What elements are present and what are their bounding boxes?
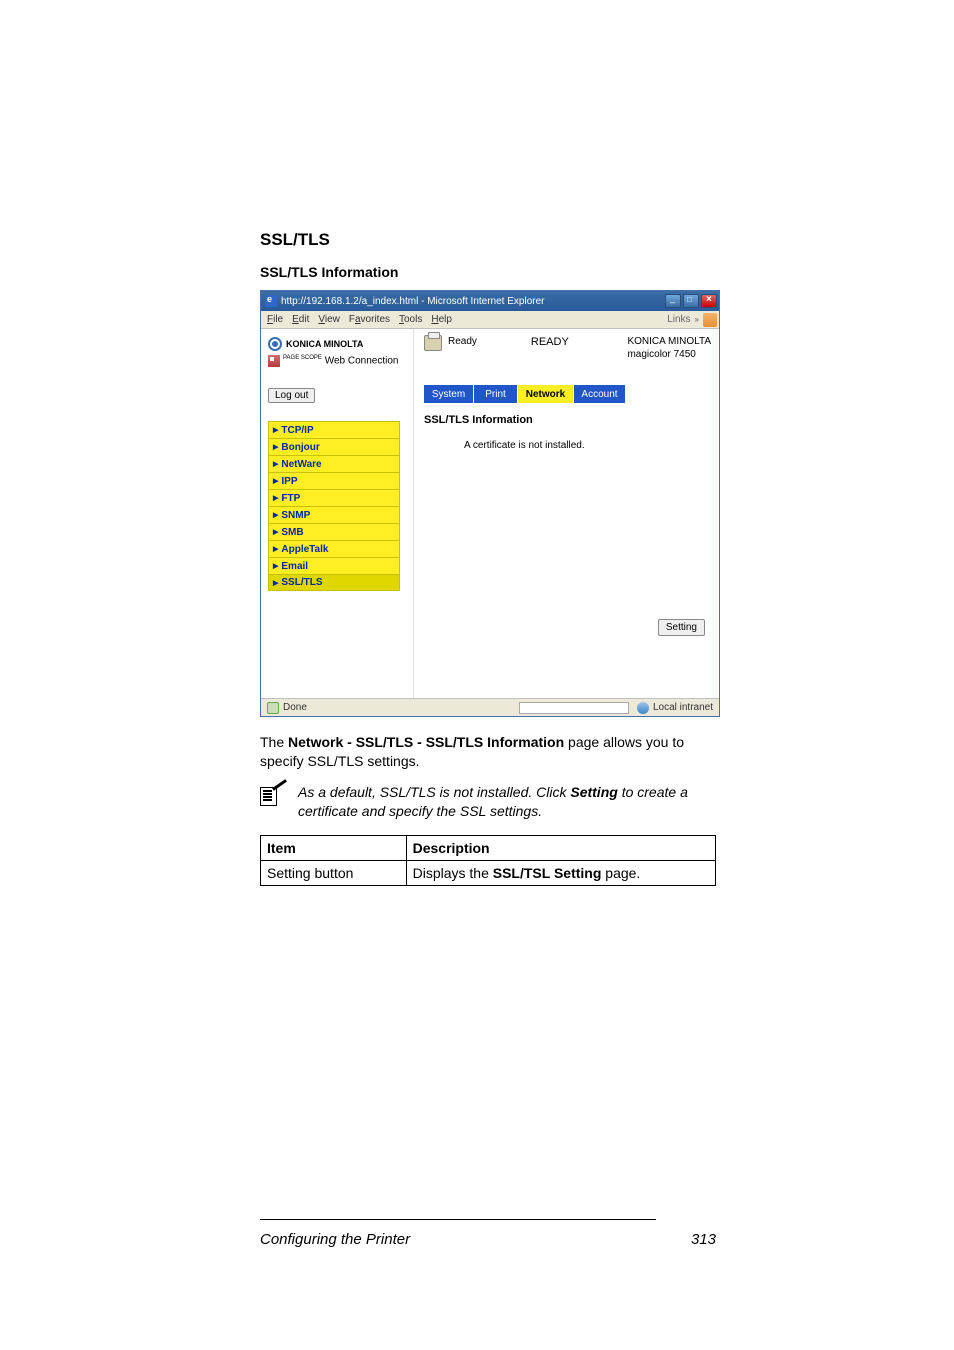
left-panel: KONICA MINOLTA PAGE SCOPE Web Connection…	[261, 329, 414, 698]
td-desc: Displays the SSL/TSL Setting page.	[406, 860, 715, 885]
window-buttons	[665, 294, 717, 308]
ie-title-text: http://192.168.1.2/a_index.html - Micros…	[281, 296, 544, 307]
done-icon	[267, 702, 279, 714]
ie-titlebar: http://192.168.1.2/a_index.html - Micros…	[261, 291, 719, 311]
menu-view[interactable]: View	[318, 314, 340, 325]
ie-throbber-icon	[703, 313, 717, 327]
description-table: Item Description Setting button Displays…	[260, 835, 716, 886]
content-title: SSL/TLS Information	[424, 414, 711, 426]
menu-favorites[interactable]: Favorites	[349, 314, 390, 325]
tab-account[interactable]: Account	[574, 385, 626, 403]
menu-edit[interactable]: Edit	[292, 314, 309, 325]
th-item: Item	[261, 835, 407, 860]
logout-button[interactable]: Log out	[268, 388, 315, 403]
setting-button[interactable]: Setting	[658, 619, 705, 636]
device-model: magicolor 7450	[627, 348, 711, 361]
pagescope-text: PAGE SCOPE Web Connection	[283, 355, 398, 366]
footer-page-number: 313	[691, 1231, 716, 1248]
intranet-icon	[637, 702, 649, 714]
links-chevron-icon: »	[695, 315, 699, 324]
pagescope-row: PAGE SCOPE Web Connection	[268, 355, 407, 367]
pagescope-icon	[268, 355, 280, 367]
tab-network[interactable]: Network	[518, 385, 574, 403]
note-text: As a default, SSL/TLS is not installed. …	[298, 783, 716, 821]
nav-ftp[interactable]: ▶FTP	[268, 489, 400, 506]
nav-bonjour[interactable]: ▶Bonjour	[268, 438, 400, 455]
links-toolbar[interactable]: Links »	[667, 311, 717, 328]
menu-help[interactable]: Help	[431, 314, 452, 325]
note-icon	[260, 785, 290, 805]
nav-smb[interactable]: ▶SMB	[268, 523, 400, 540]
links-label: Links	[667, 314, 690, 325]
side-nav: ▶TCP/IP ▶Bonjour ▶NetWare ▶IPP ▶FTP ▶SNM…	[268, 421, 400, 591]
nav-netware[interactable]: ▶NetWare	[268, 455, 400, 472]
status-done: Done	[283, 702, 307, 713]
nav-email[interactable]: ▶Email	[268, 557, 400, 574]
tab-system[interactable]: System	[424, 385, 474, 403]
tab-print[interactable]: Print	[474, 385, 518, 403]
menu-tools[interactable]: Tools	[399, 314, 422, 325]
menu-file[interactable]: File	[267, 314, 283, 325]
device-name: KONICA MINOLTA	[627, 335, 711, 348]
th-description: Description	[406, 835, 715, 860]
description-paragraph: The Network - SSL/TLS - SSL/TLS Informat…	[260, 733, 716, 771]
nav-tcpip[interactable]: ▶TCP/IP	[268, 421, 400, 438]
printer-icon	[424, 335, 442, 351]
ie-logo-icon	[265, 295, 277, 307]
tab-bar: System Print Network Account	[424, 385, 711, 403]
note-block: As a default, SSL/TLS is not installed. …	[260, 783, 716, 821]
nav-ssltls[interactable]: ▶SSL/TLS	[268, 574, 400, 591]
nav-snmp[interactable]: ▶SNMP	[268, 506, 400, 523]
section-heading: SSL/TLS	[260, 230, 716, 250]
ie-statusbar: Done Local intranet	[261, 698, 719, 716]
brand-row: KONICA MINOLTA	[268, 337, 407, 351]
status-zone: Local intranet	[653, 702, 713, 713]
ready-small: Ready	[448, 336, 477, 347]
footer-rule	[260, 1219, 656, 1220]
progress-bar	[519, 702, 629, 714]
content-area: SSL/TLS Information A certificate is not…	[424, 414, 711, 692]
nav-ipp[interactable]: ▶IPP	[268, 472, 400, 489]
ie-window: http://192.168.1.2/a_index.html - Micros…	[260, 290, 720, 717]
page-footer: Configuring the Printer 313	[260, 1231, 716, 1248]
table-row: Setting button Displays the SSL/TSL Sett…	[261, 860, 716, 885]
minimize-button[interactable]	[665, 294, 681, 308]
certificate-message: A certificate is not installed.	[464, 440, 711, 451]
close-button[interactable]	[701, 294, 717, 308]
device-info: KONICA MINOLTA magicolor 7450	[627, 335, 711, 361]
main-panel: Ready READY KONICA MINOLTA magicolor 745…	[414, 329, 719, 698]
brand-text: KONICA MINOLTA	[286, 339, 363, 349]
nav-appletalk[interactable]: ▶AppleTalk	[268, 540, 400, 557]
td-item: Setting button	[261, 860, 407, 885]
page: SSL/TLS SSL/TLS Information http://192.1…	[0, 0, 954, 1350]
subsection-heading: SSL/TLS Information	[260, 264, 716, 280]
ie-menubar: File Edit View Favorites Tools Help Link…	[261, 311, 719, 329]
maximize-button[interactable]	[683, 294, 699, 308]
konica-logo-icon	[268, 337, 282, 351]
footer-left: Configuring the Printer	[260, 1231, 410, 1248]
ready-large: READY	[531, 336, 569, 348]
